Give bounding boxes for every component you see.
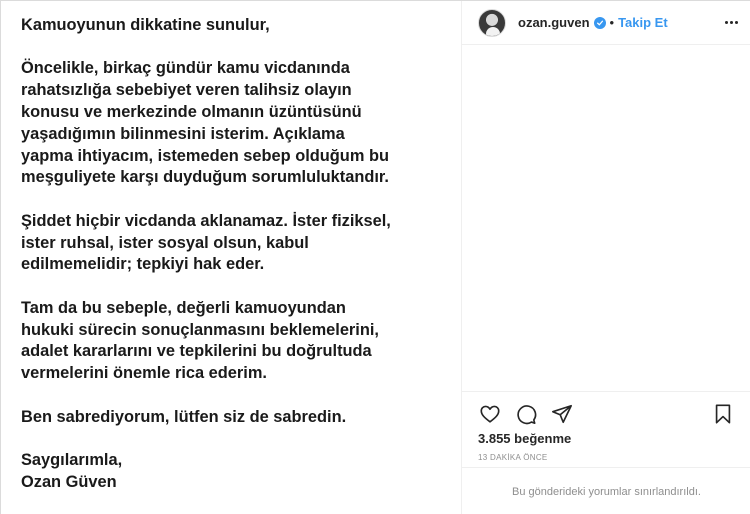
avatar[interactable] (478, 8, 506, 37)
likes-count[interactable]: 3.855 beğenme (478, 431, 571, 446)
comments-restricted-note: Bu gönderideki yorumlar sınırlandırıldı. (512, 485, 701, 498)
post-header: ozan.guven • Takip Et (462, 1, 750, 45)
statement-paragraph: Kamuoyunun dikkatine sunulur, (21, 16, 270, 34)
username-link[interactable]: ozan.guven (518, 15, 590, 30)
statement-paragraph: Şiddet hiçbir vicdanda aklanamaz. İster … (21, 211, 391, 274)
statement-paragraph: Tam da bu sebeple, değerli kamuoyundan h… (21, 298, 379, 383)
share-icon[interactable] (550, 402, 574, 426)
follow-button[interactable]: Takip Et (618, 15, 668, 30)
likes-number: 3.855 (478, 431, 511, 446)
instagram-post: Kamuoyunun dikkatine sunulur, Öncelikle,… (0, 0, 750, 514)
comments-section: Bu gönderideki yorumlar sınırlandırıldı. (462, 467, 750, 514)
likes-label: beğenme (514, 431, 572, 446)
post-timestamp[interactable]: 13 DAKİKA ÖNCE (478, 453, 548, 462)
statement-text: Kamuoyunun dikkatine sunulur, Öncelikle,… (21, 15, 451, 494)
post-sidebar: ozan.guven • Takip Et 3.855 beğenme 13 D… (462, 1, 750, 514)
statement-signature: Saygılarımla, Ozan Güven (21, 450, 123, 491)
comment-icon[interactable] (514, 402, 538, 426)
bookmark-icon[interactable] (711, 402, 735, 426)
heart-icon[interactable] (478, 402, 502, 426)
statement-paragraph: Ben sabrediyorum, lütfen siz de sabredin… (21, 407, 347, 426)
post-image[interactable]: Kamuoyunun dikkatine sunulur, Öncelikle,… (1, 1, 462, 514)
more-options-icon[interactable] (723, 14, 739, 30)
statement-paragraph: Öncelikle, birkaç gündür kamu vicdanında… (21, 59, 389, 187)
separator: • (609, 15, 615, 30)
verified-badge-icon (593, 16, 606, 29)
action-bar (462, 391, 750, 435)
